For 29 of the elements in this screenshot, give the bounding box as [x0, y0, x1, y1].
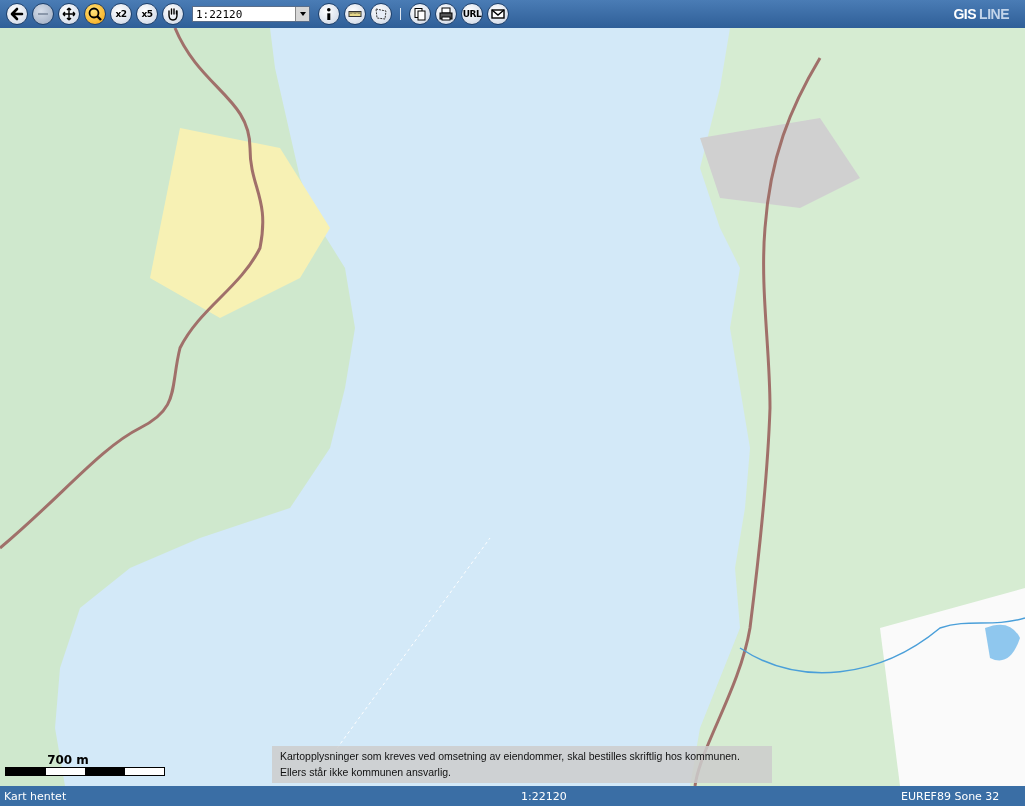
printer-icon	[437, 5, 455, 23]
info-icon	[327, 7, 331, 21]
toolbar-button[interactable]: x5	[136, 3, 158, 25]
status-projection: EUREF89 Sone 32	[901, 789, 1001, 803]
search-button[interactable]	[84, 3, 106, 25]
scale-dropdown[interactable]: 1:22120	[192, 6, 310, 22]
envelope-button[interactable]	[487, 3, 509, 25]
copy-icon	[411, 5, 429, 23]
hand-button[interactable]	[162, 3, 184, 25]
search-icon	[86, 5, 104, 23]
logo: GIS LINE	[953, 6, 1009, 22]
printer-button[interactable]	[435, 3, 457, 25]
arrow-left-icon	[8, 5, 26, 23]
ruler-button[interactable]	[344, 3, 366, 25]
notice-text: Ellers står ikke kommunen ansvarlig.	[280, 765, 452, 780]
four-way-arrow-icon	[60, 5, 78, 23]
status-scale: 1:22120	[521, 789, 568, 803]
toolbar-button[interactable]: URL	[461, 3, 483, 25]
scale-label: 700 m	[47, 753, 89, 767]
info-button[interactable]	[318, 3, 340, 25]
status-message: Kart hentet	[4, 789, 68, 803]
area-button[interactable]	[370, 3, 392, 25]
minus-icon	[38, 12, 48, 16]
arrow-left-button[interactable]	[6, 3, 28, 25]
copy-button[interactable]	[409, 3, 431, 25]
four-way-arrow-button[interactable]	[58, 3, 80, 25]
area-icon	[372, 5, 390, 23]
notice-text: Kartopplysninger som kreves ved omsetning av eiendommer, skal bestilles skriftlig hos kommunen.	[280, 749, 741, 764]
toolbar-button[interactable]: x2	[110, 3, 132, 25]
